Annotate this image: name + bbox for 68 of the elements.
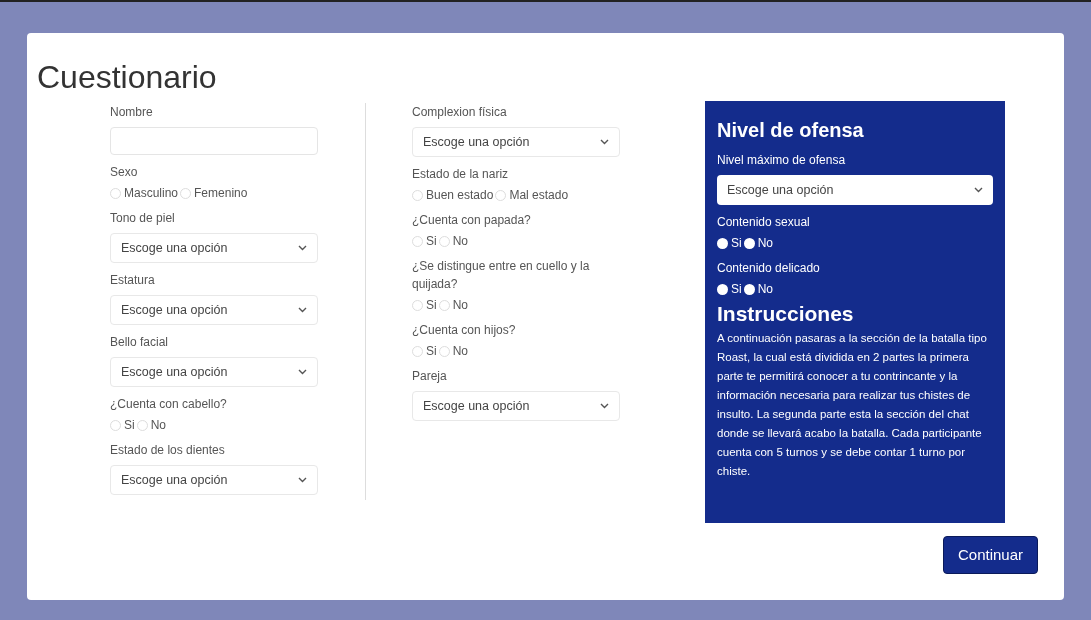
option-label: No <box>757 281 773 298</box>
page-title: Cuestionario <box>37 58 218 97</box>
radio-button[interactable] <box>438 299 450 311</box>
select-dropdown[interactable]: Escoge una opción <box>717 175 993 205</box>
chevron-down-icon <box>298 477 307 483</box>
radio-button[interactable] <box>717 283 728 295</box>
field-label: Bello facial <box>110 334 170 351</box>
radio-button[interactable] <box>743 237 755 249</box>
option-label: Si <box>731 281 742 298</box>
option-label: Si <box>426 297 437 314</box>
select-dropdown[interactable]: Escoge una opción <box>110 357 318 387</box>
option-label: No <box>452 343 468 360</box>
radio-button[interactable] <box>110 187 121 199</box>
option-label: Masculino <box>124 185 179 202</box>
radio-button[interactable] <box>412 345 423 357</box>
panel-heading: Nivel de ofensa <box>717 118 865 143</box>
field-label: ¿Se distingue entre en cuello y la quijada? <box>412 258 591 293</box>
option-label: Si <box>124 417 135 434</box>
field-label: ¿Cuenta con hijos? <box>412 322 517 339</box>
option-label: No <box>452 233 468 250</box>
field-label: Estado de la nariz <box>412 166 510 183</box>
field-label: Complexion física <box>412 104 508 121</box>
option-label: No <box>757 235 773 252</box>
chevron-down-icon <box>974 187 983 193</box>
radio-button[interactable] <box>412 189 423 201</box>
field-label: Pareja <box>412 368 448 385</box>
field-label: ¿Cuenta con papada? <box>412 212 532 229</box>
option-label: Si <box>426 233 437 250</box>
chevron-down-icon <box>298 245 307 251</box>
name-input-field[interactable] <box>110 127 318 155</box>
field-label: Nivel máximo de ofensa <box>717 152 847 169</box>
field-label: ¿Cuenta con cabello? <box>110 396 228 413</box>
field-label: Estado de los dientes <box>110 442 226 459</box>
continue-button[interactable]: Continuar <box>942 536 1038 574</box>
select-dropdown[interactable]: Escoge una opción <box>412 391 620 421</box>
field-label: Contenido sexual <box>717 214 811 231</box>
radio-button[interactable] <box>743 283 755 295</box>
radio-button[interactable] <box>438 235 450 247</box>
select-dropdown[interactable]: Escoge una opción <box>110 465 318 495</box>
radio-button[interactable] <box>438 345 450 357</box>
option-label: No <box>452 297 468 314</box>
chevron-down-icon <box>600 403 609 409</box>
option-label: No <box>150 417 166 434</box>
field-label: Sexo <box>110 164 139 181</box>
option-label: Si <box>426 343 437 360</box>
radio-button[interactable] <box>495 189 507 201</box>
field-label: Tono de piel <box>110 210 176 227</box>
instructions-text: A continuación pasaras a la sección de la batalla tipo Roast, la cual está dividida en 2 partes la primera parte te permitirá conocer a tu contrincante y la información necesaria para realizar tus chistes de insulto. La segunda parte esta la sección del chat donde se llevará acabo la batalla. Cada participante cuenta con 5 turnos y se debe contar 1 turno por chiste. <box>717 331 988 480</box>
select-dropdown[interactable]: Escoge una opción <box>110 233 318 263</box>
radio-button[interactable] <box>180 187 192 199</box>
option-label: Si <box>731 235 742 252</box>
chevron-down-icon <box>298 307 307 313</box>
option-label: Mal estado <box>509 187 569 204</box>
field-label: Nombre <box>110 104 154 121</box>
radio-button[interactable] <box>110 419 121 431</box>
option-label: Femenino <box>194 185 248 202</box>
select-dropdown[interactable]: Escoge una opción <box>412 127 620 157</box>
option-label: Buen estado <box>426 187 494 204</box>
radio-button[interactable] <box>412 299 423 311</box>
radio-button[interactable] <box>717 237 728 249</box>
chevron-down-icon <box>600 139 609 145</box>
instructions-heading: Instrucciones <box>717 301 855 327</box>
radio-button[interactable] <box>412 235 423 247</box>
chevron-down-icon <box>298 369 307 375</box>
field-label: Estatura <box>110 272 156 289</box>
field-label: Contenido delicado <box>717 260 821 277</box>
select-dropdown[interactable]: Escoge una opción <box>110 295 318 325</box>
radio-button[interactable] <box>136 419 148 431</box>
